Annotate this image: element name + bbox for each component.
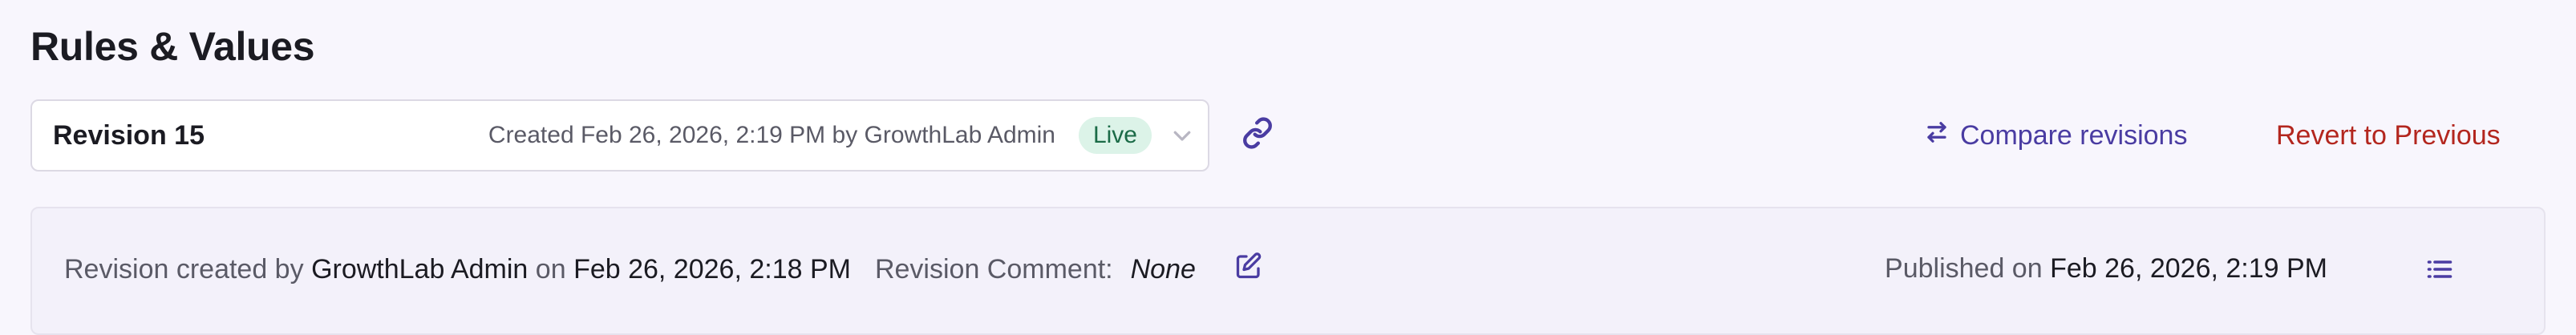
revision-created-info: Revision created by GrowthLab Admin on F… — [64, 252, 1265, 288]
revision-info-panel: Revision created by GrowthLab Admin on F… — [30, 207, 2546, 335]
copy-link-button[interactable] — [1240, 116, 1275, 153]
published-prefix: Published on — [1885, 253, 2043, 284]
created-date: Feb 26, 2026, 2:18 PM — [573, 253, 851, 285]
edit-icon — [1234, 252, 1263, 288]
created-prefix: Revision created by — [64, 253, 304, 285]
revert-label: Revert to Previous — [2276, 119, 2501, 151]
compare-revisions-label: Compare revisions — [1960, 119, 2188, 151]
comment-label: Revision Comment: — [874, 253, 1113, 285]
compare-revisions-button[interactable]: Compare revisions — [1925, 115, 2187, 155]
swap-arrows-icon — [1925, 120, 1949, 151]
published-info: Published on Feb 26, 2026, 2:19 PM — [1885, 253, 2327, 285]
revision-name: Revision 15 — [53, 119, 205, 151]
page-title: Rules & Values — [30, 24, 315, 69]
edit-comment-button[interactable] — [1233, 252, 1265, 288]
status-badge: Live — [1078, 117, 1152, 154]
list-icon — [2425, 255, 2454, 288]
revision-history-button[interactable] — [2424, 255, 2456, 287]
chevron-down-icon[interactable] — [1168, 121, 1197, 150]
revision-created-meta: Created Feb 26, 2026, 2:19 PM by GrowthL… — [488, 122, 1055, 148]
revert-to-previous-button[interactable]: Revert to Previous — [2276, 115, 2501, 155]
revision-select[interactable]: Revision 15 Created Feb 26, 2026, 2:19 P… — [30, 99, 1209, 172]
published-date: Feb 26, 2026, 2:19 PM — [2050, 253, 2327, 284]
created-by: GrowthLab Admin — [311, 253, 529, 285]
comment-value: None — [1130, 253, 1196, 285]
link-icon — [1241, 116, 1274, 153]
on-label: on — [535, 253, 566, 285]
